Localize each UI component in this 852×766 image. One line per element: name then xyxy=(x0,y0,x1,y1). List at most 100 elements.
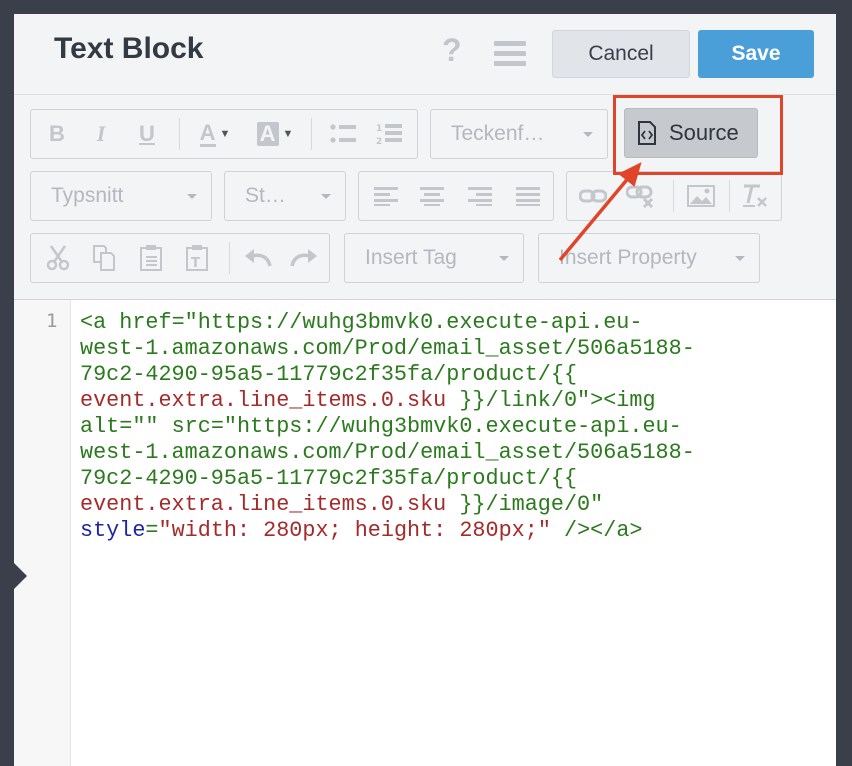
scissors-icon xyxy=(46,245,70,271)
numbered-list-button[interactable]: 12 xyxy=(367,110,411,158)
menu-icon[interactable] xyxy=(494,41,526,67)
code-token: "width: 280px; height: 280px;" xyxy=(158,518,551,543)
code-token: "https://wuhg3bmvk0.execute-api.eu- xyxy=(184,310,643,335)
bulleted-list-button[interactable] xyxy=(321,110,365,158)
paste-icon xyxy=(140,245,162,271)
separator xyxy=(179,118,180,150)
separator xyxy=(673,180,674,212)
link-button[interactable] xyxy=(571,172,615,220)
line-number: 1 xyxy=(46,310,58,332)
font-family-dropdown[interactable]: Typsnitt xyxy=(30,171,212,221)
link-group xyxy=(566,171,782,221)
code-token: src= xyxy=(158,414,224,439)
font-family-dropdown-label: Typsnitt xyxy=(51,184,124,207)
right-rail xyxy=(836,14,852,766)
left-rail xyxy=(0,14,14,766)
panel-header: Text Block ? Cancel Save xyxy=(14,14,836,95)
rail-pointer xyxy=(14,563,27,589)
cancel-button[interactable]: Cancel xyxy=(552,30,690,78)
source-highlight-box xyxy=(613,95,783,175)
source-code[interactable]: <a href="https://wuhg3bmvk0.execute-api.… xyxy=(80,310,828,544)
redo-icon xyxy=(290,249,317,267)
help-icon[interactable]: ? xyxy=(442,32,462,69)
unlink-icon xyxy=(626,185,654,208)
bg-color-icon: A xyxy=(256,122,279,146)
paste-text-button[interactable]: T xyxy=(175,234,221,282)
code-token: ><img xyxy=(590,388,656,413)
unlink-button[interactable] xyxy=(619,172,663,220)
code-token: /></a> xyxy=(550,518,643,543)
code-line: <a href="https://wuhg3bmvk0.execute-api.… xyxy=(80,310,828,336)
align-left-icon xyxy=(374,187,398,206)
insert-image-button[interactable] xyxy=(679,172,723,220)
code-token: alt= xyxy=(80,414,133,439)
svg-text:2: 2 xyxy=(376,137,382,146)
save-button[interactable]: Save xyxy=(698,30,814,78)
code-line: alt="" src="https://wuhg3bmvk0.execute-a… xyxy=(80,414,828,440)
italic-button[interactable]: I xyxy=(81,110,121,158)
source-editor[interactable]: 1 <a href="https://wuhg3bmvk0.execute-ap… xyxy=(14,300,836,766)
align-center-button[interactable] xyxy=(409,172,455,220)
chevron-down-icon: ▼ xyxy=(219,128,231,140)
font-color-button[interactable]: A ▼ xyxy=(189,110,241,158)
caret-down-icon xyxy=(321,194,331,199)
insert-property-label: Insert Property xyxy=(559,246,697,269)
code-token: "https://wuhg3bmvk0.execute-api.eu- xyxy=(223,414,682,439)
code-token: href= xyxy=(119,310,185,335)
code-token: 79c2-4290-95a5-11779c2f35fa/product/{{ xyxy=(80,466,578,491)
bold-button[interactable]: B xyxy=(37,110,77,158)
redo-button[interactable] xyxy=(281,234,327,282)
code-token: 79c2-4290-95a5-11779c2f35fa/product/{{ xyxy=(80,362,578,387)
code-token: event.extra.line_items.0.sku xyxy=(80,388,447,413)
code-line: 79c2-4290-95a5-11779c2f35fa/product/{{ xyxy=(80,362,828,388)
code-token: <a xyxy=(80,310,120,335)
chevron-down-icon: ▼ xyxy=(282,128,294,140)
svg-text:1: 1 xyxy=(376,124,382,134)
separator xyxy=(229,242,230,274)
underline-button[interactable]: U xyxy=(127,110,167,158)
caret-down-icon xyxy=(499,256,509,261)
separator xyxy=(311,118,312,150)
insert-property-dropdown[interactable]: Insert Property xyxy=(538,233,760,283)
align-justify-button[interactable] xyxy=(505,172,551,220)
font-name-dropdown-label: Teckenf… xyxy=(451,122,545,145)
top-chrome xyxy=(0,0,852,14)
undo-icon xyxy=(245,249,272,267)
clipboard-group: T xyxy=(30,233,330,283)
caret-down-icon xyxy=(583,132,593,137)
align-left-button[interactable] xyxy=(363,172,409,220)
caret-down-icon xyxy=(187,194,197,199)
separator xyxy=(729,180,730,212)
align-right-button[interactable] xyxy=(457,172,503,220)
font-name-dropdown[interactable]: Teckenf… xyxy=(430,109,608,159)
copy-button[interactable] xyxy=(81,234,127,282)
numbered-list-icon: 12 xyxy=(376,124,402,146)
bg-color-button[interactable]: A ▼ xyxy=(249,110,301,158)
align-right-icon xyxy=(468,187,492,206)
svg-text:T: T xyxy=(191,256,200,271)
code-line: 79c2-4290-95a5-11779c2f35fa/product/{{ xyxy=(80,466,828,492)
code-token: west-1.amazonaws.com/Prod/email_asset/50… xyxy=(80,336,695,361)
font-size-dropdown[interactable]: St… xyxy=(224,171,346,221)
code-token: west-1.amazonaws.com/Prod/email_asset/50… xyxy=(80,440,695,465)
line-number-gutter: 1 xyxy=(14,300,71,766)
caret-down-icon xyxy=(735,256,745,261)
code-line: style="width: 280px; height: 280px;" /><… xyxy=(80,518,828,544)
paste-button[interactable] xyxy=(129,234,175,282)
editor-toolbar: B I U A ▼ A ▼ 12 Teckenf… Source Typsnit… xyxy=(14,95,836,300)
link-icon xyxy=(579,189,607,203)
copy-icon xyxy=(93,245,115,271)
font-color-icon: A xyxy=(199,119,216,147)
text-block-panel: Text Block ? Cancel Save B I U A ▼ A ▼ 1… xyxy=(14,14,836,766)
undo-button[interactable] xyxy=(235,234,281,282)
clear-formatting-button[interactable] xyxy=(733,172,777,220)
align-justify-icon xyxy=(516,187,540,206)
code-line: event.extra.line_items.0.sku }}/image/0" xyxy=(80,492,828,518)
clear-format-icon xyxy=(743,184,767,207)
insert-tag-dropdown[interactable]: Insert Tag xyxy=(344,233,524,283)
align-center-icon xyxy=(420,187,444,206)
code-line: event.extra.line_items.0.sku }}/link/0">… xyxy=(80,388,828,414)
code-token: "" xyxy=(132,414,159,439)
cut-button[interactable] xyxy=(35,234,81,282)
format-group: B I U A ▼ A ▼ 12 xyxy=(30,109,418,159)
